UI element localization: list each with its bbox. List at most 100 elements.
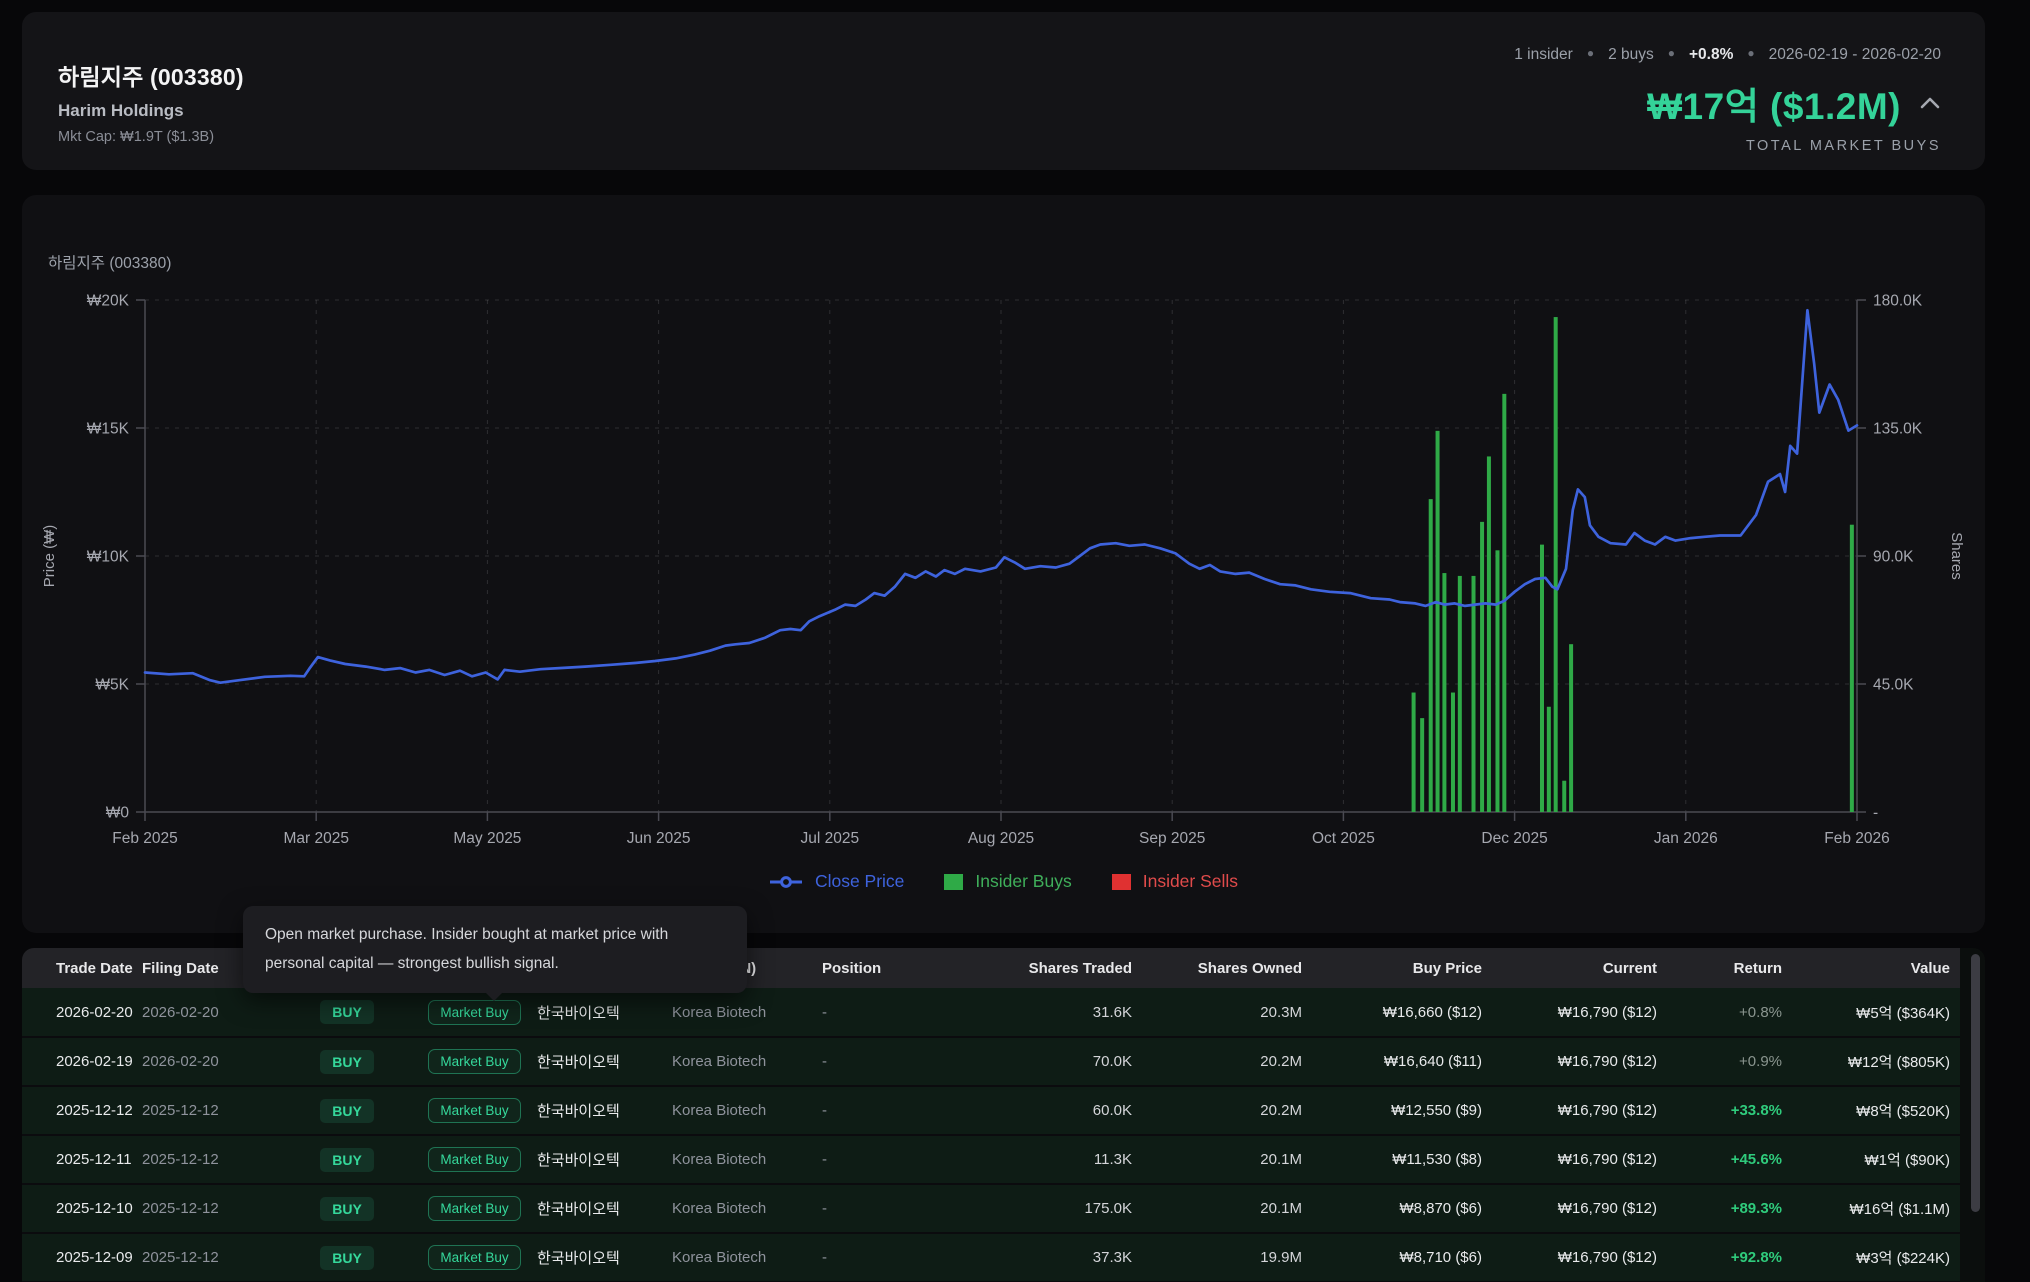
table-cell: 2025-12-12 xyxy=(142,1135,282,1184)
table-cell: ₩11,530 ($8) xyxy=(1302,1135,1482,1184)
buy-badge[interactable]: BUY xyxy=(320,1246,374,1270)
table-cell: ₩8,870 ($6) xyxy=(1302,1184,1482,1233)
trade-row[interactable]: 2026-02-202026-02-20BUYMarket Buy한국바이오텍K… xyxy=(22,988,1960,1037)
column-header[interactable]: Position xyxy=(822,948,902,988)
legend-item-close-price[interactable]: Close Price xyxy=(769,871,904,892)
market-buy-badge[interactable]: Market Buy xyxy=(428,1000,520,1025)
cell-market-buy-badge: Market Buy xyxy=(412,1233,537,1282)
header-meta-item: 2026-02-19 - 2026-02-20 xyxy=(1769,46,1941,63)
meta-separator-dot: ● xyxy=(1668,46,1675,60)
table-scrollbar-thumb[interactable] xyxy=(1971,954,1980,1212)
table-cell: 2026-02-19 xyxy=(22,1037,142,1086)
table-cell: +45.6% xyxy=(1657,1135,1782,1184)
market-buy-badge[interactable]: Market Buy xyxy=(428,1245,520,1270)
table-cell: Korea Biotech xyxy=(672,1086,822,1135)
insider-buy-bar xyxy=(1429,499,1433,812)
legend-item-insider-sells[interactable]: Insider Sells xyxy=(1112,871,1238,892)
table-cell: 2026-02-20 xyxy=(142,1037,282,1086)
market-buy-badge[interactable]: Market Buy xyxy=(428,1098,520,1123)
legend-item-insider-buys[interactable]: Insider Buys xyxy=(944,871,1071,892)
chart-legend: Close Price Insider Buys Insider Sells xyxy=(22,871,1985,892)
column-header[interactable]: Return xyxy=(1657,948,1782,988)
table-cell: +92.8% xyxy=(1657,1233,1782,1282)
table-cell: 20.1M xyxy=(1132,1184,1302,1233)
column-header[interactable]: Shares Traded xyxy=(902,948,1132,988)
close-price-line xyxy=(145,310,1857,683)
table-cell: Korea Biotech xyxy=(672,988,822,1037)
table-cell: ₩16,790 ($12) xyxy=(1482,988,1657,1037)
svg-text:₩5K: ₩5K xyxy=(95,677,129,694)
table-cell: 175.0K xyxy=(902,1184,1132,1233)
svg-text:₩15K: ₩15K xyxy=(87,421,130,438)
market-buy-badge[interactable]: Market Buy xyxy=(428,1196,520,1221)
svg-text:Jun 2025: Jun 2025 xyxy=(627,830,691,847)
table-body: 2026-02-202026-02-20BUYMarket Buy한국바이오텍K… xyxy=(22,988,1960,1282)
table-cell: 2025-12-11 xyxy=(22,1135,142,1184)
buy-badge[interactable]: BUY xyxy=(320,1050,374,1074)
svg-text:90.0K: 90.0K xyxy=(1873,549,1914,566)
svg-text:₩10K: ₩10K xyxy=(87,549,130,566)
table-cell: 2025-12-10 xyxy=(22,1184,142,1233)
insider-buy-bar xyxy=(1412,693,1416,812)
meta-separator-dot: ● xyxy=(1587,46,1594,60)
market-buy-badge[interactable]: Market Buy xyxy=(428,1147,520,1172)
stock-subtitle: Harim Holdings xyxy=(58,101,244,121)
trades-table-card: Trade DateFiling DateInsider (EN)Positio… xyxy=(22,948,1985,1282)
summary-meta: 1 insider●2 buys●+0.8%●2026-02-19 - 2026… xyxy=(1514,46,1941,64)
insider-buys-swatch-icon xyxy=(944,874,963,890)
table-cell: Korea Biotech xyxy=(672,1037,822,1086)
table-cell: ₩8억 ($520K) xyxy=(1782,1086,1960,1135)
buy-badge[interactable]: BUY xyxy=(320,1099,374,1123)
table-cell: +0.8% xyxy=(1657,988,1782,1037)
column-header[interactable]: Current xyxy=(1482,948,1657,988)
table-cell: - xyxy=(822,1184,902,1233)
buy-badge[interactable]: BUY xyxy=(320,1000,374,1024)
trade-row[interactable]: 2026-02-192026-02-20BUYMarket Buy한국바이오텍K… xyxy=(22,1037,1960,1086)
trade-row[interactable]: 2025-12-122025-12-12BUYMarket Buy한국바이오텍K… xyxy=(22,1086,1960,1135)
trade-row[interactable]: 2025-12-112025-12-12BUYMarket Buy한국바이오텍K… xyxy=(22,1135,1960,1184)
buy-badge[interactable]: BUY xyxy=(320,1197,374,1221)
cell-market-buy-badge: Market Buy xyxy=(412,1037,537,1086)
table-cell: 2025-12-12 xyxy=(142,1184,282,1233)
insider-buy-bar xyxy=(1420,718,1424,812)
column-header[interactable]: Shares Owned xyxy=(1132,948,1302,988)
column-header[interactable]: Value xyxy=(1782,948,1960,988)
buy-badge[interactable]: BUY xyxy=(320,1148,374,1172)
table-cell: 11.3K xyxy=(902,1135,1132,1184)
table-cell: +89.3% xyxy=(1657,1184,1782,1233)
column-header[interactable]: Trade Date xyxy=(22,948,142,988)
stock-title: 하림지주 (003380) xyxy=(58,58,244,92)
insider-buy-bar xyxy=(1540,545,1544,812)
header-meta-item: 1 insider xyxy=(1514,46,1573,63)
table-cell: 2026-02-20 xyxy=(22,988,142,1037)
table-cell: 20.2M xyxy=(1132,1086,1302,1135)
chevron-up-icon[interactable] xyxy=(1919,96,1941,110)
trade-row[interactable]: 2025-12-102025-12-12BUYMarket Buy한국바이오텍K… xyxy=(22,1184,1960,1233)
table-cell: 37.3K xyxy=(902,1233,1132,1282)
svg-text:₩0: ₩0 xyxy=(106,805,130,822)
table-cell: +33.8% xyxy=(1657,1086,1782,1135)
table-cell: ₩16,790 ($12) xyxy=(1482,1135,1657,1184)
column-header[interactable]: Buy Price xyxy=(1302,948,1482,988)
table-cell: 2025-12-12 xyxy=(142,1233,282,1282)
table-cell: +0.9% xyxy=(1657,1037,1782,1086)
table-cell: 19.9M xyxy=(1132,1233,1302,1282)
table-cell: 20.1M xyxy=(1132,1135,1302,1184)
svg-text:Sep 2025: Sep 2025 xyxy=(1139,830,1205,847)
cell-market-buy-badge: Market Buy xyxy=(412,1135,537,1184)
page: 하림지주 (003380) Harim Holdings Mkt Cap: ₩1… xyxy=(0,0,2030,1282)
table-cell: 31.6K xyxy=(902,988,1132,1037)
market-buy-badge[interactable]: Market Buy xyxy=(428,1049,520,1074)
table-cell: - xyxy=(822,1086,902,1135)
cell-market-buy-badge: Market Buy xyxy=(412,1086,537,1135)
svg-text:Mar 2025: Mar 2025 xyxy=(283,830,348,847)
cell-buy-badge: BUY xyxy=(282,988,412,1037)
insider-buy-bar xyxy=(1472,576,1476,812)
insider-buy-bar xyxy=(1502,394,1506,812)
cell-market-buy-badge: Market Buy xyxy=(412,1184,537,1233)
legend-label: Insider Buys xyxy=(975,871,1071,892)
legend-label: Insider Sells xyxy=(1143,871,1238,892)
trade-row[interactable]: 2025-12-092025-12-12BUYMarket Buy한국바이오텍K… xyxy=(22,1233,1960,1282)
insider-buy-bar xyxy=(1436,431,1440,812)
table-cell: 2025-12-12 xyxy=(142,1086,282,1135)
